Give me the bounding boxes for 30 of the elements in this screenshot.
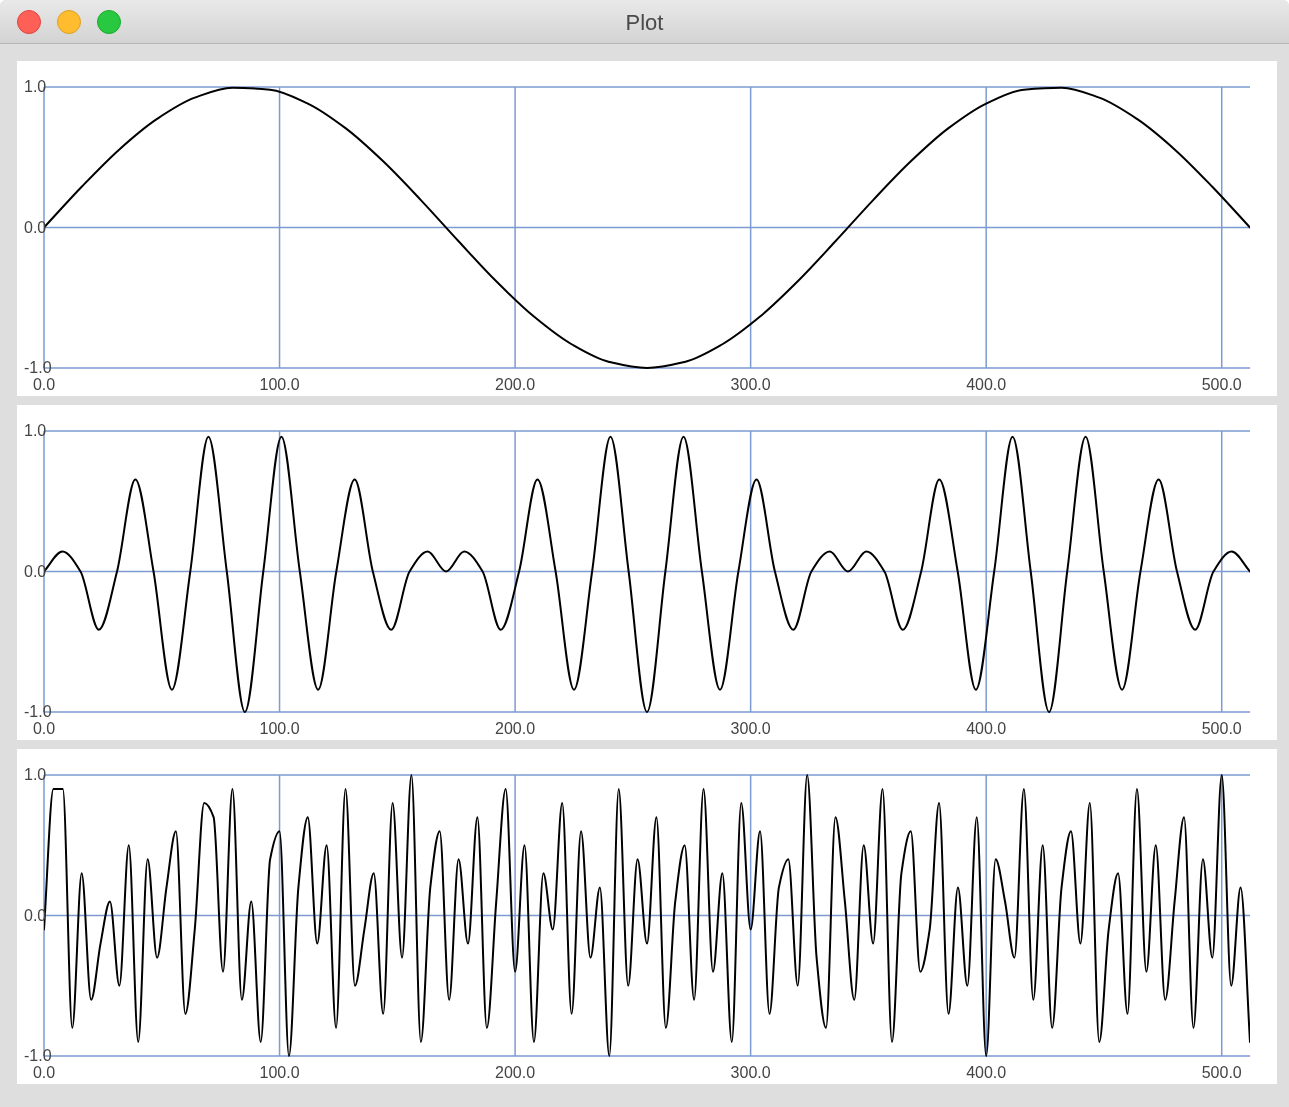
x-tick-label: 100.0 — [259, 720, 300, 737]
x-tick-label: 100.0 — [259, 376, 300, 393]
zoom-icon[interactable] — [97, 9, 121, 34]
x-tick-label: 200.0 — [495, 376, 536, 393]
y-tick-label: 1.0 — [24, 422, 47, 439]
y-tick-label: -1.0 — [24, 703, 52, 720]
y-tick-label: 0.0 — [24, 218, 47, 236]
x-tick-label: 300.0 — [730, 376, 771, 393]
x-tick-label: 200.0 — [495, 720, 536, 737]
x-tick-label: 500.0 — [1201, 376, 1242, 393]
x-tick-label: 400.0 — [966, 720, 1007, 737]
x-tick-label: 500.0 — [1201, 1064, 1242, 1081]
x-tick-label: 400.0 — [966, 376, 1007, 393]
x-tick-label: 0.0 — [32, 376, 56, 393]
window-title: Plot — [625, 10, 664, 36]
y-tick-label: 0.0 — [24, 562, 47, 580]
y-tick-label: -1.0 — [24, 1047, 52, 1064]
y-tick-label: 1.0 — [24, 766, 47, 783]
y-tick-label: -1.0 — [24, 359, 52, 376]
x-tick-label: 400.0 — [966, 1064, 1007, 1081]
x-tick-label: 500.0 — [1201, 720, 1242, 737]
minimize-icon[interactable] — [57, 9, 81, 34]
close-icon[interactable] — [17, 9, 41, 34]
x-tick-label: 0.0 — [32, 720, 56, 737]
x-tick-label: 300.0 — [730, 1064, 771, 1081]
x-tick-label: 200.0 — [495, 1064, 536, 1081]
x-tick-label: 0.0 — [32, 1064, 56, 1081]
x-tick-label: 300.0 — [730, 720, 771, 737]
y-tick-label: 1.0 — [24, 78, 47, 95]
x-tick-label: 100.0 — [259, 1064, 300, 1081]
